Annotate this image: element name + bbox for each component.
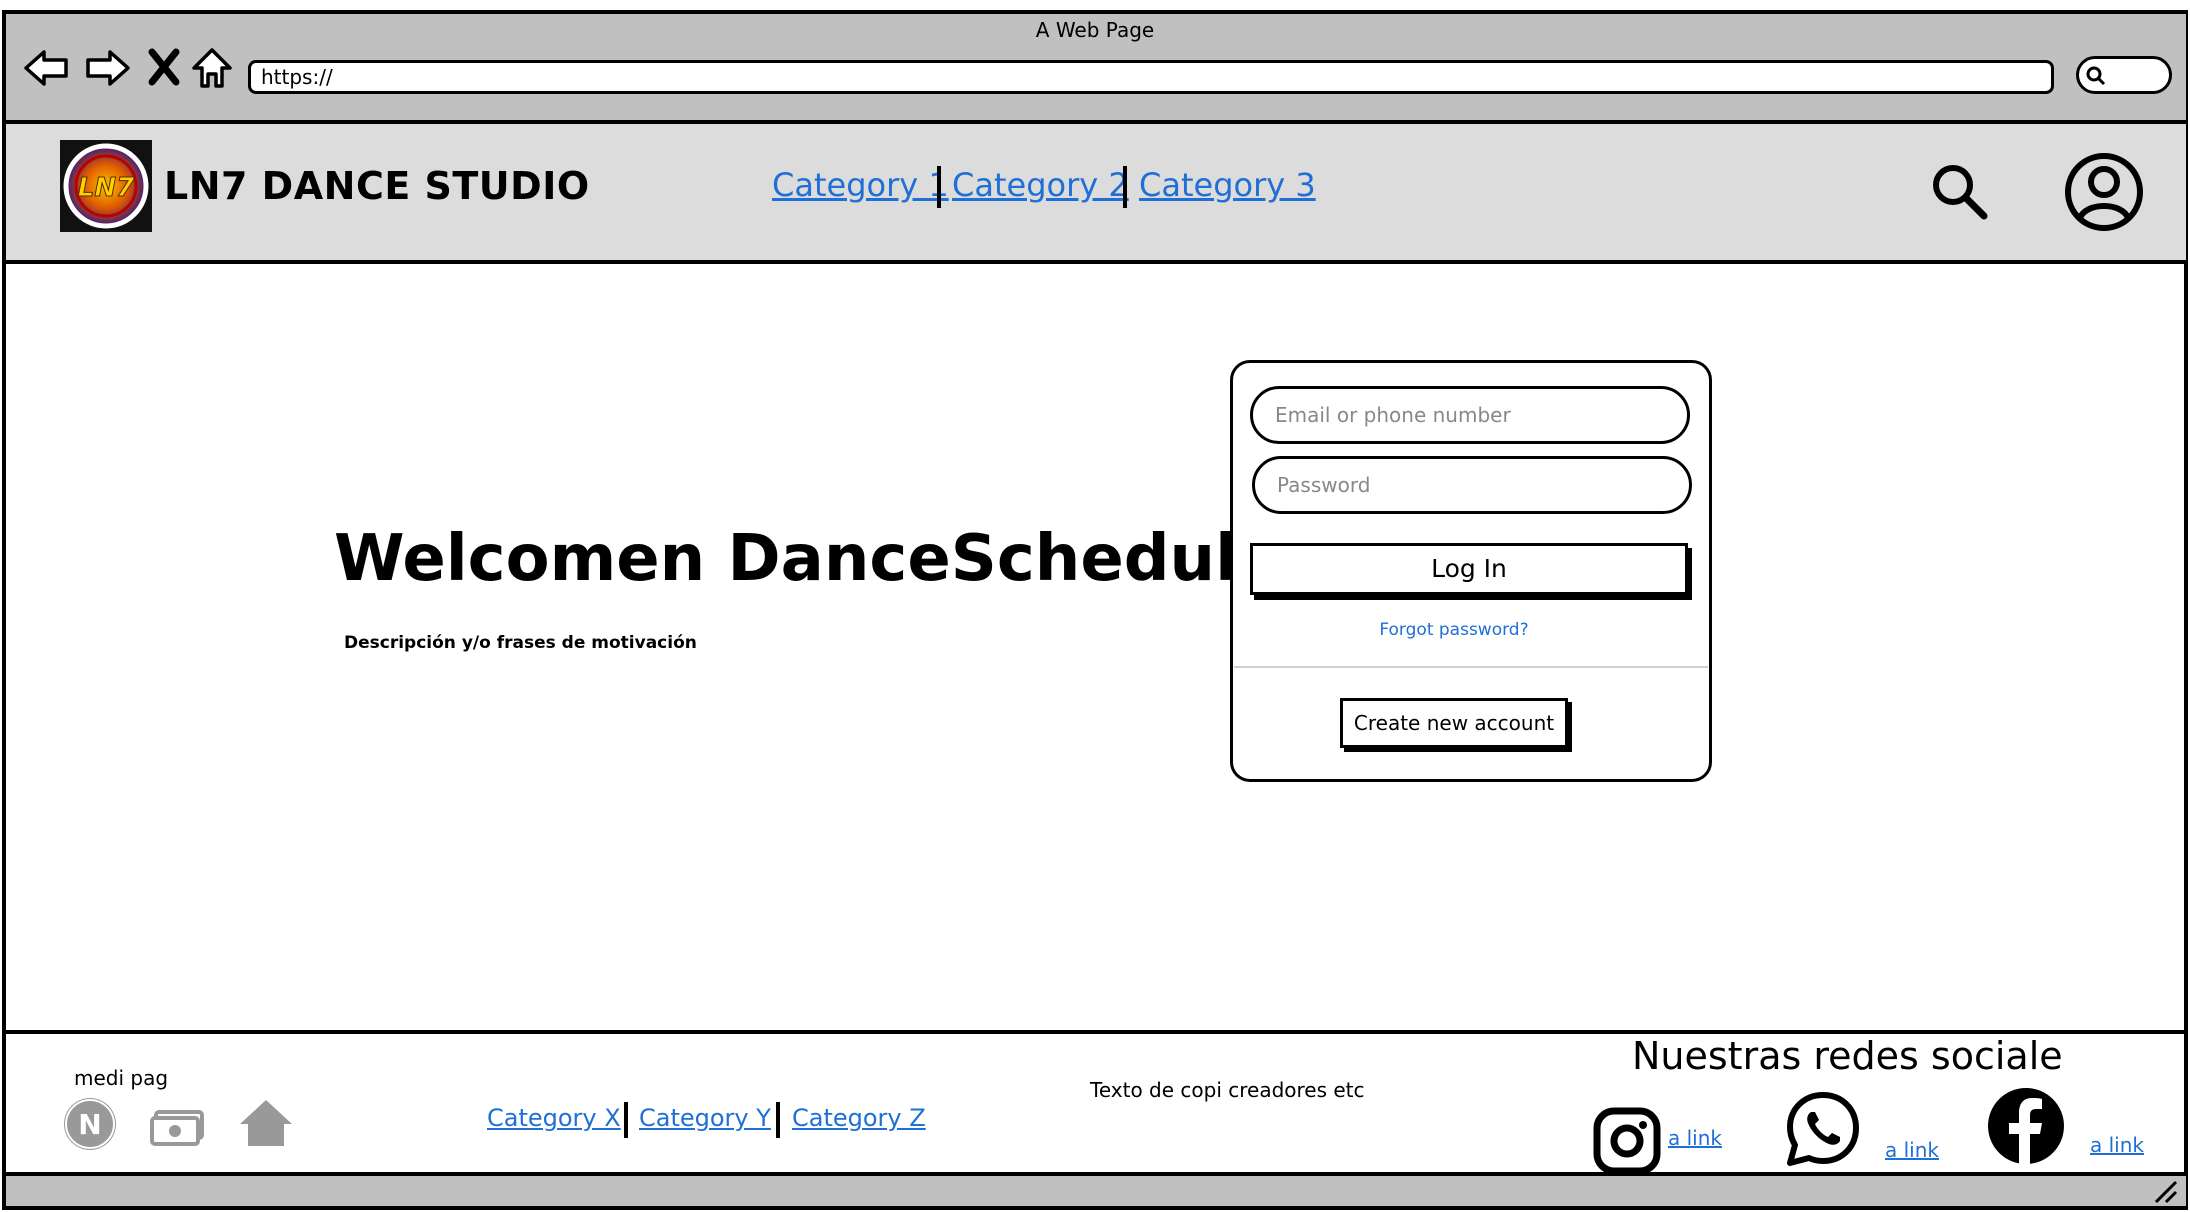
whatsapp-icon[interactable] xyxy=(1784,1090,1862,1168)
n-circle-icon[interactable]: N xyxy=(62,1096,118,1152)
nav-separator xyxy=(937,166,941,208)
resize-grip-icon xyxy=(2154,1180,2178,1204)
nav-category-2[interactable]: Category 2 xyxy=(952,166,1129,204)
window-title: A Web Page xyxy=(1035,18,1155,42)
stop-x-icon[interactable] xyxy=(146,44,182,92)
logo-text: LN7 xyxy=(78,173,135,203)
login-button[interactable]: Log In xyxy=(1250,543,1688,595)
instagram-link[interactable]: a link xyxy=(1668,1126,1722,1150)
home-icon[interactable] xyxy=(238,1096,294,1152)
search-icon[interactable] xyxy=(1930,162,1988,220)
forgot-password-link[interactable]: Forgot password? xyxy=(1230,620,1678,640)
svg-text:N: N xyxy=(78,1108,101,1141)
payment-methods-label: medi pag xyxy=(74,1066,169,1090)
card-divider xyxy=(1234,666,1708,668)
header-divider xyxy=(6,260,2186,264)
instagram-icon[interactable] xyxy=(1592,1106,1662,1176)
url-bar[interactable]: https:// xyxy=(248,60,2054,94)
password-field[interactable] xyxy=(1252,456,1692,514)
forward-arrow-icon[interactable] xyxy=(84,44,132,92)
user-profile-icon[interactable] xyxy=(2064,152,2144,232)
page-subtitle: Descripción y/o frases de motivación xyxy=(344,633,697,653)
back-arrow-icon[interactable] xyxy=(22,44,70,92)
copyright-text: Texto de copi creadores etc xyxy=(1090,1078,1365,1102)
footer-category-y[interactable]: Category Y xyxy=(639,1104,771,1132)
page-title: Welcomen DanceScheduler xyxy=(334,522,1312,596)
create-account-button[interactable]: Create new account xyxy=(1340,698,1568,748)
magnifier-icon xyxy=(2086,66,2106,86)
nav-category-1[interactable]: Category 1 xyxy=(772,166,949,204)
whatsapp-link[interactable]: a link xyxy=(1885,1138,1939,1162)
home-icon[interactable] xyxy=(188,44,236,92)
brand-name: LN7 DANCE STUDIO xyxy=(164,164,590,208)
status-bar xyxy=(6,1172,2186,1206)
social-title: Nuestras redes sociale xyxy=(1632,1034,2063,1078)
facebook-link[interactable]: a link xyxy=(2090,1133,2144,1157)
nav-separator xyxy=(1123,166,1127,208)
footer-category-z[interactable]: Category Z xyxy=(792,1104,926,1132)
footer-category-x[interactable]: Category X xyxy=(487,1104,621,1132)
facebook-icon[interactable] xyxy=(1986,1086,2066,1166)
email-field[interactable] xyxy=(1250,386,1690,444)
money-icon[interactable] xyxy=(150,1096,206,1152)
footer-separator xyxy=(776,1102,780,1138)
studio-logo[interactable]: LN7 xyxy=(60,140,152,232)
browser-search-field[interactable] xyxy=(2076,56,2172,94)
footer-separator xyxy=(624,1102,628,1138)
nav-category-3[interactable]: Category 3 xyxy=(1139,166,1316,204)
